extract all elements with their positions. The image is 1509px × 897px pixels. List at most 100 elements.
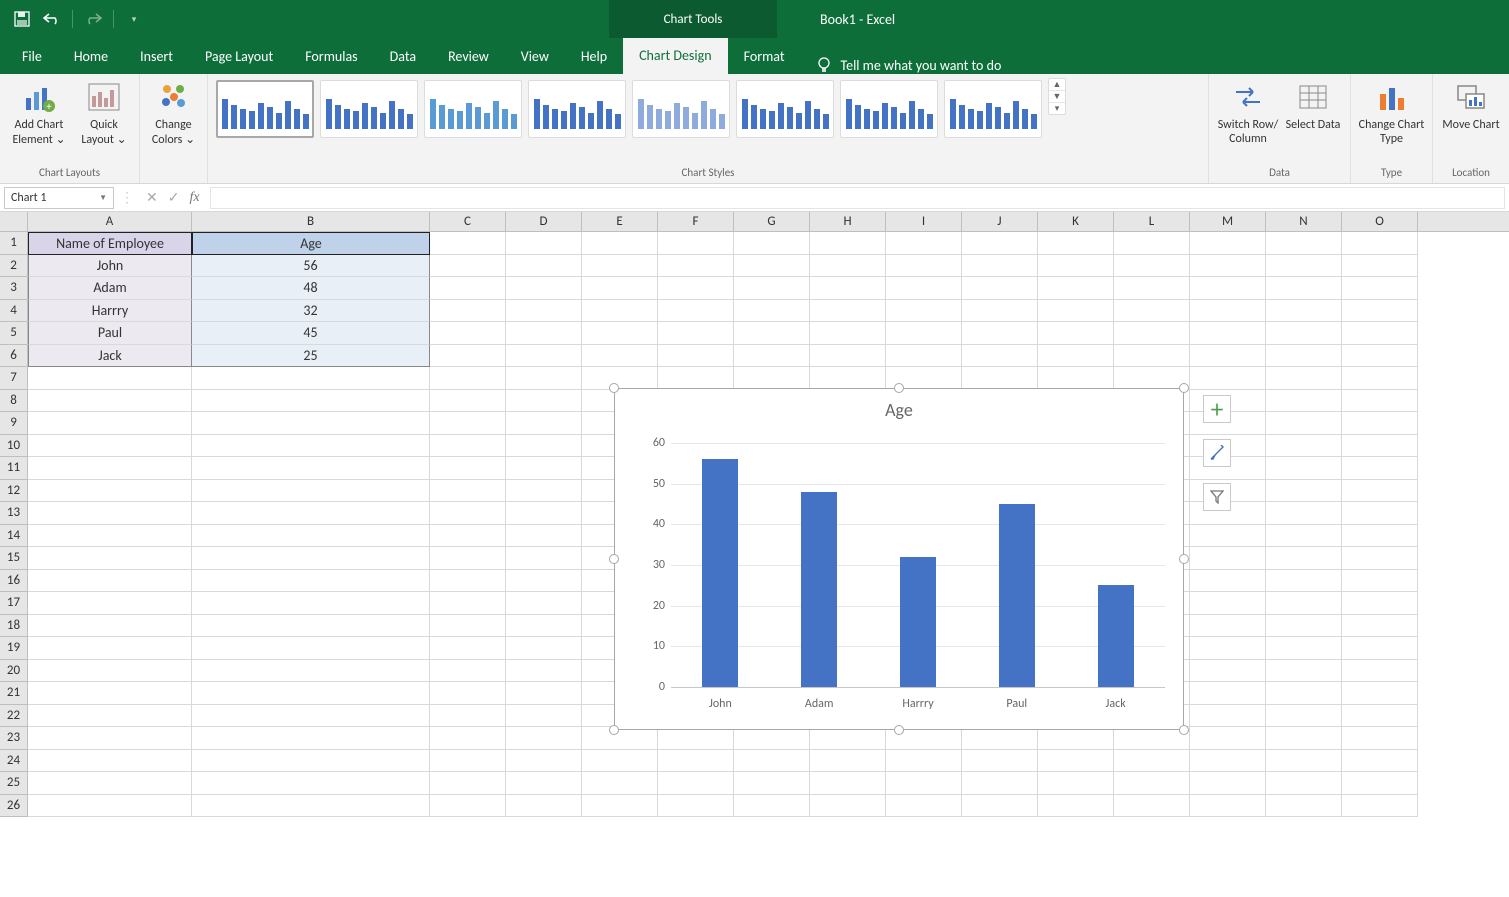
- cell-H26[interactable]: [810, 795, 886, 818]
- cell-N7[interactable]: [1266, 367, 1342, 390]
- cell-A4[interactable]: Harrry: [28, 300, 192, 323]
- tab-insert[interactable]: Insert: [124, 38, 189, 74]
- cell-C4[interactable]: [430, 300, 506, 323]
- cell-E7[interactable]: [582, 367, 658, 390]
- cell-N10[interactable]: [1266, 435, 1342, 458]
- column-header-L[interactable]: L: [1114, 212, 1190, 231]
- cell-K25[interactable]: [1038, 772, 1114, 795]
- tab-formulas[interactable]: Formulas: [289, 38, 373, 74]
- cell-B22[interactable]: [192, 705, 430, 728]
- cell-N26[interactable]: [1266, 795, 1342, 818]
- cell-M19[interactable]: [1190, 637, 1266, 660]
- cell-D7[interactable]: [506, 367, 582, 390]
- cell-N19[interactable]: [1266, 637, 1342, 660]
- tab-chart-design[interactable]: Chart Design: [623, 38, 727, 74]
- chart-style-option[interactable]: [736, 80, 834, 138]
- chart-style-option[interactable]: [528, 80, 626, 138]
- cell-K5[interactable]: [1038, 322, 1114, 345]
- column-header-H[interactable]: H: [810, 212, 886, 231]
- cell-M18[interactable]: [1190, 615, 1266, 638]
- cell-E3[interactable]: [582, 277, 658, 300]
- cell-A10[interactable]: [28, 435, 192, 458]
- cell-I6[interactable]: [886, 345, 962, 368]
- cell-F26[interactable]: [658, 795, 734, 818]
- cell-D4[interactable]: [506, 300, 582, 323]
- cell-A24[interactable]: [28, 750, 192, 773]
- cell-A6[interactable]: Jack: [28, 345, 192, 368]
- cell-O14[interactable]: [1342, 525, 1418, 548]
- row-header-20[interactable]: 20: [0, 660, 28, 683]
- row-header-4[interactable]: 4: [0, 300, 28, 323]
- tab-page-layout[interactable]: Page Layout: [189, 38, 289, 74]
- cell-J2[interactable]: [962, 255, 1038, 278]
- row-header-15[interactable]: 15: [0, 547, 28, 570]
- cell-I3[interactable]: [886, 277, 962, 300]
- cell-N24[interactable]: [1266, 750, 1342, 773]
- cell-M3[interactable]: [1190, 277, 1266, 300]
- cell-J25[interactable]: [962, 772, 1038, 795]
- column-header-M[interactable]: M: [1190, 212, 1266, 231]
- cell-B7[interactable]: [192, 367, 430, 390]
- cell-G23[interactable]: [734, 727, 810, 750]
- cell-N1[interactable]: [1266, 232, 1342, 255]
- cell-N4[interactable]: [1266, 300, 1342, 323]
- cell-C3[interactable]: [430, 277, 506, 300]
- chart-styles-button[interactable]: [1203, 439, 1231, 467]
- cell-O10[interactable]: [1342, 435, 1418, 458]
- cell-M16[interactable]: [1190, 570, 1266, 593]
- cell-A20[interactable]: [28, 660, 192, 683]
- cell-O21[interactable]: [1342, 682, 1418, 705]
- cell-L3[interactable]: [1114, 277, 1190, 300]
- cell-D16[interactable]: [506, 570, 582, 593]
- cell-B8[interactable]: [192, 390, 430, 413]
- embedded-chart[interactable]: Age 0102030405060JohnAdamHarrryPaulJack …: [614, 388, 1184, 730]
- chart-style-option[interactable]: [320, 80, 418, 138]
- cell-D23[interactable]: [506, 727, 582, 750]
- resize-handle[interactable]: [609, 383, 619, 393]
- row-header-8[interactable]: 8: [0, 390, 28, 413]
- cell-M17[interactable]: [1190, 592, 1266, 615]
- cell-D26[interactable]: [506, 795, 582, 818]
- cell-N18[interactable]: [1266, 615, 1342, 638]
- switch-row-column-button[interactable]: Switch Row/ Column: [1215, 78, 1281, 146]
- cell-H6[interactable]: [810, 345, 886, 368]
- cell-O23[interactable]: [1342, 727, 1418, 750]
- cell-B18[interactable]: [192, 615, 430, 638]
- cell-M25[interactable]: [1190, 772, 1266, 795]
- cell-M24[interactable]: [1190, 750, 1266, 773]
- cell-A16[interactable]: [28, 570, 192, 593]
- cell-M6[interactable]: [1190, 345, 1266, 368]
- tab-home[interactable]: Home: [58, 38, 124, 74]
- column-header-E[interactable]: E: [582, 212, 658, 231]
- chart-bar[interactable]: [801, 492, 837, 687]
- resize-handle[interactable]: [894, 383, 904, 393]
- cell-O12[interactable]: [1342, 480, 1418, 503]
- cell-N23[interactable]: [1266, 727, 1342, 750]
- tab-view[interactable]: View: [505, 38, 565, 74]
- chart-bar[interactable]: [900, 557, 936, 687]
- cell-O11[interactable]: [1342, 457, 1418, 480]
- column-header-D[interactable]: D: [506, 212, 582, 231]
- cell-I26[interactable]: [886, 795, 962, 818]
- cell-J4[interactable]: [962, 300, 1038, 323]
- chart-elements-button[interactable]: ＋: [1203, 395, 1231, 423]
- cell-F24[interactable]: [658, 750, 734, 773]
- cell-A3[interactable]: Adam: [28, 277, 192, 300]
- cell-H5[interactable]: [810, 322, 886, 345]
- change-chart-type-button[interactable]: Change Chart Type: [1357, 78, 1426, 146]
- row-header-18[interactable]: 18: [0, 615, 28, 638]
- cell-H25[interactable]: [810, 772, 886, 795]
- cell-B26[interactable]: [192, 795, 430, 818]
- cell-N21[interactable]: [1266, 682, 1342, 705]
- cell-C20[interactable]: [430, 660, 506, 683]
- cell-B3[interactable]: 48: [192, 277, 430, 300]
- cell-K23[interactable]: [1038, 727, 1114, 750]
- cell-J6[interactable]: [962, 345, 1038, 368]
- cell-L25[interactable]: [1114, 772, 1190, 795]
- tab-review[interactable]: Review: [432, 38, 505, 74]
- resize-handle[interactable]: [1179, 725, 1189, 735]
- row-header-3[interactable]: 3: [0, 277, 28, 300]
- row-header-6[interactable]: 6: [0, 345, 28, 368]
- cell-B1[interactable]: Age: [192, 232, 430, 255]
- cell-G26[interactable]: [734, 795, 810, 818]
